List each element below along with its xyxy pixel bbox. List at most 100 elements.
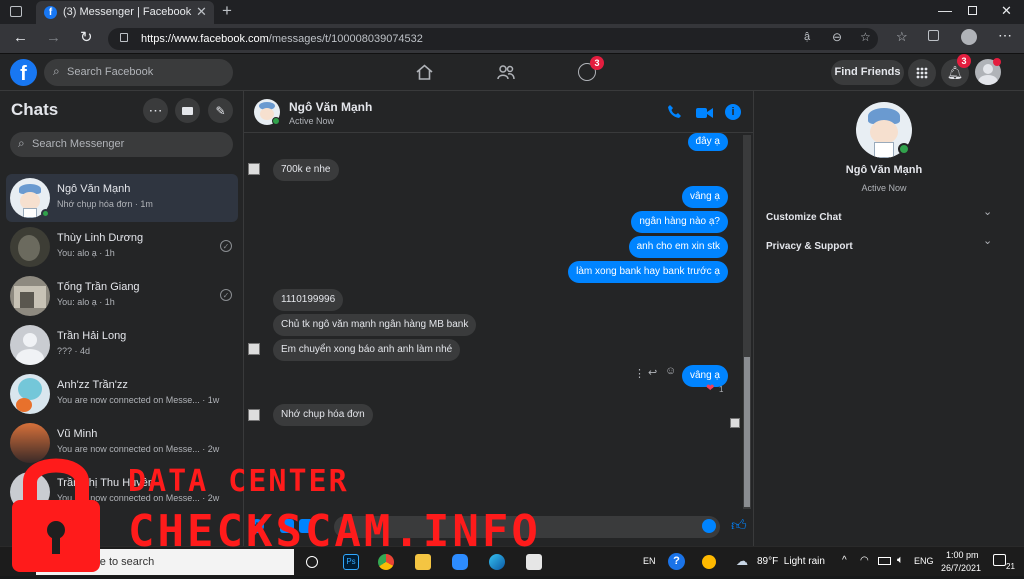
- facebook-header: f ⌕ Search Facebook 3 Find Friends 🔔︎ 3: [0, 54, 1024, 91]
- messenger-search-placeholder: Search Messenger: [32, 138, 125, 150]
- clock-date[interactable]: 26/7/2021: [941, 563, 981, 573]
- profile-avatar[interactable]: [961, 29, 977, 45]
- chat-item[interactable]: Trần Hải Long ??? · 4d: [6, 321, 238, 369]
- avatar: [10, 374, 50, 414]
- message-bubble[interactable]: đây ạ: [687, 133, 728, 151]
- options-button[interactable]: ⋯: [143, 98, 168, 123]
- close-window-icon[interactable]: ✕: [1001, 3, 1012, 19]
- search-icon: ⌕: [53, 64, 60, 78]
- message-bubble[interactable]: Em chuyển xong báo anh anh làm nhé: [273, 339, 461, 361]
- address-bar[interactable]: https://www.facebook.com/messages/t/1000…: [108, 28, 878, 50]
- more-menu-icon[interactable]: ⋯: [998, 27, 1012, 44]
- tab-title: (3) Messenger | Facebook: [63, 6, 192, 18]
- groups-badge: 3: [590, 56, 604, 70]
- grid-icon: [916, 67, 928, 79]
- chat-item[interactable]: Ngô Văn Mạnh Nhớ chụp hóa đơn · 1m: [6, 174, 238, 222]
- scrollbar-thumb[interactable]: [744, 357, 750, 507]
- zoom-icon[interactable]: ⊖: [832, 30, 842, 44]
- message-bubble[interactable]: Nhớ chụp hóa đơn: [273, 404, 373, 426]
- new-room-button[interactable]: [175, 98, 200, 123]
- online-dot: [898, 143, 910, 155]
- online-dot: [272, 117, 280, 125]
- more-icon: ⋯: [148, 102, 163, 118]
- messenger-search-box[interactable]: ⌕ Search Messenger: [10, 132, 233, 157]
- privacy-support-row[interactable]: Privacy & Support ⌄: [766, 235, 998, 252]
- notifications-badge: 3: [957, 54, 971, 68]
- input-language[interactable]: ENG: [914, 556, 934, 566]
- window-menu-icon[interactable]: [10, 6, 22, 17]
- browser-tab-bar: f (3) Messenger | Facebook ✕ + — ✕: [0, 0, 1024, 24]
- language-indicator[interactable]: EN: [643, 556, 656, 566]
- message-bubble[interactable]: 700k e nhe: [273, 159, 339, 181]
- message-bubble[interactable]: làm xong bank hay bank trước ạ: [568, 261, 728, 283]
- info-status: Active Now: [861, 183, 907, 193]
- message-bubble[interactable]: ngân hàng nào ạ?: [631, 211, 728, 233]
- chevron-up-icon[interactable]: ^: [842, 555, 847, 566]
- collections-icon[interactable]: [928, 30, 939, 41]
- new-tab-icon[interactable]: +: [222, 1, 232, 21]
- padlock-watermark-icon: [8, 446, 104, 574]
- reaction-count: 1: [719, 385, 724, 394]
- home-icon[interactable]: [416, 64, 433, 80]
- facebook-logo-icon[interactable]: f: [10, 59, 37, 86]
- contact-name[interactable]: Ngô Văn Mạnh: [289, 100, 372, 114]
- restore-icon[interactable]: [968, 6, 977, 15]
- reply-icon[interactable]: ↩: [648, 366, 657, 379]
- url-text: https://www.facebook.com/messages/t/1000…: [141, 33, 423, 45]
- new-message-button[interactable]: ✎: [208, 98, 233, 123]
- online-dot: [41, 209, 50, 218]
- chevron-down-icon: ⌄: [983, 206, 993, 218]
- teams-icon[interactable]: [702, 555, 716, 569]
- phone-call-icon[interactable]: [667, 104, 682, 119]
- weather-cloud-icon: ☁: [736, 554, 748, 568]
- chat-item[interactable]: Thùy Linh Dương You: alo ạ · 1h ✓: [6, 223, 238, 271]
- like-send-icon[interactable]: 👍︎: [731, 517, 747, 535]
- find-friends-button[interactable]: Find Friends: [831, 60, 904, 85]
- task-view-icon[interactable]: [306, 556, 318, 568]
- chat-item[interactable]: Anh'zz Trần'zz You are now connected on …: [6, 370, 238, 418]
- heart-reaction-icon[interactable]: ❤: [706, 383, 714, 394]
- message-bubble[interactable]: Chủ tk ngô văn mạnh ngân hàng MB bank: [273, 314, 477, 336]
- browser-tab[interactable]: f (3) Messenger | Facebook ✕: [36, 1, 214, 24]
- emoji-icon[interactable]: [702, 519, 716, 533]
- message-bubble[interactable]: anh cho em xin stk: [628, 236, 728, 258]
- clock-time[interactable]: 1:00 pm: [946, 550, 979, 560]
- weather-text[interactable]: 89°F Light rain: [757, 556, 825, 567]
- avatar: [10, 325, 50, 365]
- help-icon[interactable]: ?: [668, 553, 685, 570]
- action-center-icon[interactable]: [993, 554, 1006, 566]
- conversation-header: Ngô Văn Mạnh Active Now i: [244, 91, 754, 133]
- favorites-icon[interactable]: ☆: [896, 29, 908, 45]
- minimize-icon[interactable]: —: [938, 2, 952, 18]
- back-icon[interactable]: ←: [13, 29, 28, 46]
- chat-preview: You: alo ạ · 1h: [57, 297, 115, 307]
- message-scrollbar[interactable]: [743, 135, 751, 509]
- message-bubble[interactable]: vâng ạ: [681, 365, 728, 387]
- menu-grid-button[interactable]: [908, 59, 936, 87]
- forward-icon[interactable]: →: [46, 29, 61, 46]
- chat-name: Ngô Văn Mạnh: [57, 183, 131, 195]
- chat-item[interactable]: Tống Trần Giang You: alo ạ · 1h ✓: [6, 272, 238, 320]
- seen-check-icon: ✓: [220, 289, 232, 301]
- chat-preview: You are now connected on Messe... · 1w: [57, 395, 220, 405]
- customize-chat-row[interactable]: Customize Chat ⌄: [766, 206, 998, 223]
- friends-icon[interactable]: [497, 64, 515, 80]
- url-path: /messages/t/100008039074532: [268, 33, 423, 45]
- seen-check-icon: ✓: [220, 240, 232, 252]
- message-more-icon[interactable]: ⋮: [634, 367, 645, 380]
- avatar: [10, 276, 50, 316]
- video-call-icon[interactable]: [696, 106, 713, 118]
- facebook-search-box[interactable]: ⌕ Search Facebook: [44, 59, 233, 86]
- favorite-add-icon[interactable]: ☆: [860, 30, 871, 44]
- refresh-icon[interactable]: ↻: [80, 28, 93, 46]
- message-bubble[interactable]: vâng ạ: [681, 186, 728, 208]
- conversation-info-icon[interactable]: i: [725, 104, 741, 120]
- message-bubble[interactable]: 1110199996: [273, 289, 344, 311]
- tab-close-icon[interactable]: ✕: [196, 4, 207, 20]
- facebook-favicon-icon: f: [44, 6, 57, 19]
- react-icon[interactable]: ☺: [665, 365, 676, 377]
- account-notification-dot: [993, 58, 1001, 66]
- read-aloud-icon[interactable]: ậ: [804, 31, 810, 43]
- volume-icon: 🔈︎: [897, 554, 904, 566]
- sender-avatar-broken-icon: [248, 163, 260, 175]
